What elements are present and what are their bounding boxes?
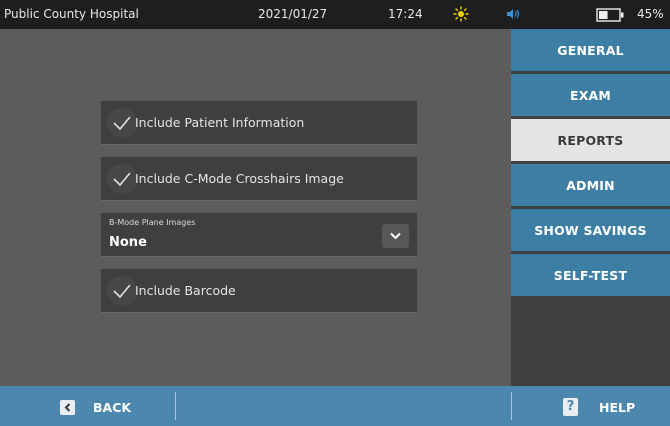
help-button[interactable]: ? HELP xyxy=(557,394,637,420)
hospital-name: Public County Hospital xyxy=(4,7,139,21)
status-bar: Public County Hospital 2021/01/27 17:24 … xyxy=(0,0,670,29)
speaker-icon[interactable] xyxy=(505,7,521,24)
bmode-plane-images-dropdown[interactable]: B-Mode Plane Images None xyxy=(101,213,417,257)
chevron-left-icon xyxy=(60,400,75,415)
option-label: Include C-Mode Crosshairs Image xyxy=(135,171,344,186)
battery-percent: 45% xyxy=(637,7,664,21)
settings-sidebar: GENERAL EXAM REPORTS ADMIN SHOW SAVINGS … xyxy=(511,29,670,386)
checkmark-icon xyxy=(107,164,137,194)
tab-admin[interactable]: ADMIN xyxy=(511,164,670,206)
battery-icon xyxy=(596,8,624,25)
dropdown-value: None xyxy=(109,235,147,250)
include-patient-info-toggle[interactable]: Include Patient Information xyxy=(101,101,417,145)
tab-reports[interactable]: REPORTS xyxy=(511,119,670,161)
brightness-icon[interactable] xyxy=(453,6,469,25)
status-date: 2021/01/27 xyxy=(258,7,328,21)
back-label: BACK xyxy=(93,400,132,415)
status-time: 17:24 xyxy=(388,7,423,21)
tab-exam[interactable]: EXAM xyxy=(511,74,670,116)
tab-self-test[interactable]: SELF-TEST xyxy=(511,254,670,296)
include-barcode-toggle[interactable]: Include Barcode xyxy=(101,269,417,313)
help-label: HELP xyxy=(599,400,636,415)
reports-settings-panel xyxy=(0,29,511,386)
option-label: Include Barcode xyxy=(135,283,236,298)
checkmark-icon xyxy=(107,108,137,138)
bottom-bar: BACK ? HELP xyxy=(0,386,670,426)
question-icon: ? xyxy=(563,398,578,416)
dropdown-label: B-Mode Plane Images xyxy=(109,218,196,227)
tab-show-savings[interactable]: SHOW SAVINGS xyxy=(511,209,670,251)
option-label: Include Patient Information xyxy=(135,115,305,130)
divider xyxy=(511,392,512,420)
back-button[interactable]: BACK xyxy=(55,394,180,420)
checkmark-icon xyxy=(107,276,137,306)
divider xyxy=(175,392,176,420)
chevron-down-icon[interactable] xyxy=(382,224,409,248)
tab-general[interactable]: GENERAL xyxy=(511,29,670,71)
include-crosshairs-image-toggle[interactable]: Include C-Mode Crosshairs Image xyxy=(101,157,417,201)
